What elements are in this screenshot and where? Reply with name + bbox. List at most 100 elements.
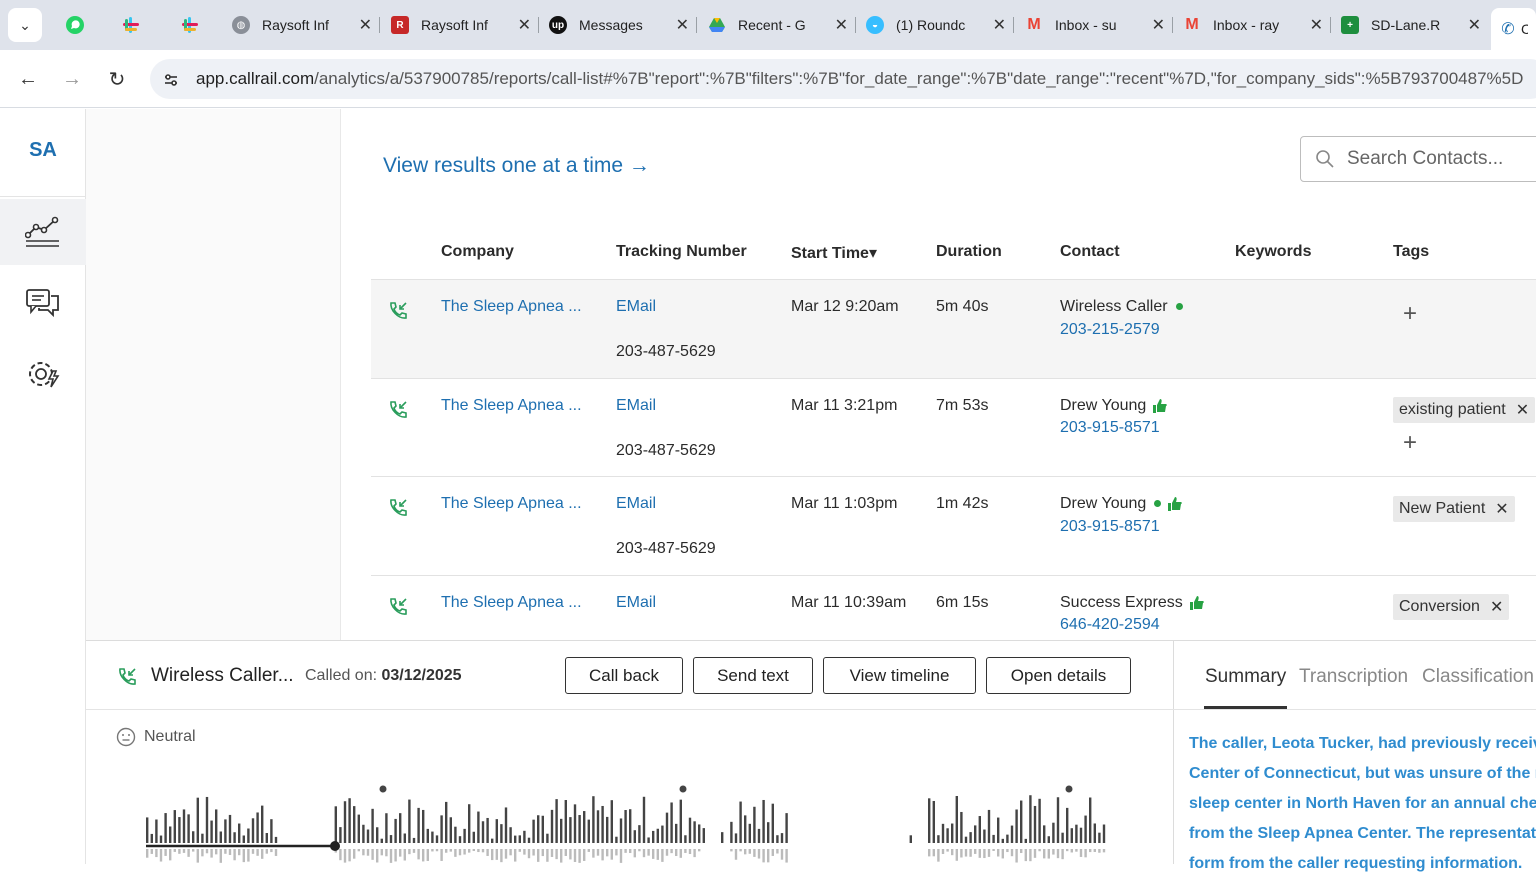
company-link[interactable]: The Sleep Apnea ... — [441, 495, 582, 513]
source-link[interactable]: EMail — [616, 397, 656, 415]
tab-raysoft-1[interactable]: ◍ Raysoft Inf ✕ — [224, 8, 380, 42]
table-row[interactable]: The Sleep Apnea ... EMail Mar 11 10:39am… — [371, 575, 1536, 641]
tab-drive[interactable]: Recent - G ✕ — [700, 8, 856, 42]
remove-tag-icon[interactable]: ✕ — [1490, 597, 1503, 617]
close-icon[interactable]: ✕ — [359, 15, 372, 35]
tab-gmail-1[interactable]: M Inbox - su ✕ — [1017, 8, 1173, 42]
address-bar[interactable]: app.callrail.com/analytics/a/537900785/r… — [150, 59, 1536, 99]
tab-transcription[interactable]: Transcription — [1299, 666, 1408, 688]
waveform-bar — [537, 815, 540, 843]
waveform-bar — [955, 849, 958, 861]
waveform-bar — [661, 849, 664, 862]
waveform-bar — [215, 809, 218, 843]
company-link[interactable]: The Sleep Apnea ... — [441, 298, 582, 316]
waveform-bar — [477, 849, 480, 853]
col-tags[interactable]: Tags — [1393, 243, 1429, 261]
col-contact[interactable]: Contact — [1060, 243, 1120, 261]
tab-callrail-active[interactable]: ✆ C — [1491, 8, 1536, 50]
nav-analytics[interactable] — [0, 199, 86, 265]
view-results-link[interactable]: View results one at a time → — [383, 154, 650, 178]
table-row[interactable]: The Sleep Apnea ... EMail 203-487-5629 M… — [371, 378, 1536, 477]
close-icon[interactable]: ✕ — [1152, 15, 1165, 35]
waveform-bar — [780, 833, 784, 843]
tab-sheets[interactable]: + SD-Lane.R ✕ — [1333, 8, 1489, 42]
tab-classification[interactable]: Classification — [1422, 666, 1534, 688]
audio-waveform[interactable] — [86, 771, 1174, 865]
waveform-bar — [210, 849, 213, 858]
waveform-bar — [274, 836, 278, 843]
start-time: Mar 12 9:20am — [791, 298, 899, 315]
slack-pinned-tab-2[interactable] — [176, 11, 204, 39]
waveform-bar — [403, 849, 406, 861]
source-link[interactable]: EMail — [616, 495, 656, 513]
waveform-bar — [509, 827, 512, 843]
waveform-bar — [698, 824, 701, 843]
call-back-button[interactable]: Call back — [565, 657, 683, 694]
open-details-button[interactable]: Open details — [986, 657, 1131, 694]
col-company[interactable]: Company — [441, 243, 514, 261]
waveform-bar — [1061, 832, 1064, 843]
close-icon[interactable]: ✕ — [835, 15, 848, 35]
waveform-bar — [445, 801, 448, 843]
globe-icon: ◍ — [232, 16, 250, 34]
close-icon[interactable]: ✕ — [518, 15, 531, 35]
close-icon[interactable]: ✕ — [1310, 15, 1323, 35]
tab-roundcube[interactable]: ◒ (1) Roundc ✕ — [858, 8, 1014, 42]
remove-tag-icon[interactable]: ✕ — [1516, 400, 1529, 420]
col-keywords[interactable]: Keywords — [1235, 243, 1311, 261]
upwork-icon: up — [549, 16, 567, 34]
waveform-bar — [270, 849, 273, 853]
waveform-bar — [762, 799, 765, 843]
waveform-bar — [1052, 822, 1055, 843]
tab-gmail-2[interactable]: M Inbox - ray ✕ — [1175, 8, 1331, 42]
table-row[interactable]: The Sleep Apnea ... EMail 203-487-5629 M… — [371, 476, 1536, 575]
waveform-bar — [601, 805, 604, 843]
tab-messages[interactable]: up Messages ✕ — [541, 8, 697, 42]
contact-phone[interactable]: 203-215-2579 — [1060, 321, 1160, 339]
nav-settings[interactable] — [0, 341, 86, 407]
col-start-time[interactable]: Start Time▾ — [791, 243, 877, 263]
add-tag-button[interactable]: + — [1403, 300, 1417, 328]
contact-phone[interactable]: 203-915-8571 — [1060, 419, 1160, 437]
source-link[interactable]: EMail — [616, 298, 656, 316]
waveform-bar — [932, 800, 935, 843]
account-avatar[interactable]: SA — [0, 139, 86, 162]
reload-button[interactable]: ↻ — [104, 66, 130, 92]
tab-search-button[interactable]: ⌄ — [8, 8, 42, 42]
waveform-bar — [992, 849, 995, 852]
source-link[interactable]: EMail — [616, 594, 656, 612]
search-contacts-input[interactable]: Search Contacts... — [1300, 136, 1536, 182]
add-tag-button[interactable]: + — [1403, 429, 1417, 457]
whatsapp-pinned-tab[interactable] — [61, 11, 89, 39]
sentiment-indicator: Neutral — [116, 727, 196, 747]
tab-raysoft-2[interactable]: R Raysoft Inf ✕ — [383, 8, 539, 42]
waveform-bar — [518, 849, 521, 852]
table-row[interactable]: The Sleep Apnea ... EMail 203-487-5629 M… — [371, 279, 1536, 378]
waveform-bar — [500, 824, 503, 843]
playhead-handle — [330, 841, 340, 851]
waveform-bar — [978, 816, 981, 843]
nav-conversations[interactable] — [0, 271, 86, 337]
site-info-button[interactable] — [160, 69, 182, 91]
tab-summary[interactable]: Summary — [1205, 666, 1286, 688]
waveform-bar — [587, 849, 590, 852]
close-icon[interactable]: ✕ — [993, 15, 1006, 35]
contact-phone[interactable]: 646-420-2594 — [1060, 616, 1160, 634]
send-text-button[interactable]: Send text — [693, 657, 813, 694]
col-duration[interactable]: Duration — [936, 243, 1002, 261]
col-tracking-number[interactable]: Tracking Number — [616, 243, 747, 261]
contact-phone[interactable]: 203-915-8571 — [1060, 518, 1160, 536]
company-link[interactable]: The Sleep Apnea ... — [441, 397, 582, 415]
back-button[interactable]: ← — [15, 66, 41, 92]
waveform-bar — [182, 809, 186, 843]
waveform-bar — [348, 849, 351, 862]
forward-button[interactable]: → — [59, 66, 85, 92]
slack-icon — [123, 17, 139, 33]
view-timeline-button[interactable]: View timeline — [823, 657, 976, 694]
company-link[interactable]: The Sleep Apnea ... — [441, 594, 582, 612]
close-icon[interactable]: ✕ — [1468, 15, 1481, 35]
remove-tag-icon[interactable]: ✕ — [1495, 499, 1508, 519]
slack-pinned-tab-1[interactable] — [117, 11, 145, 39]
close-icon[interactable]: ✕ — [676, 15, 689, 35]
waveform-bar — [955, 795, 958, 843]
